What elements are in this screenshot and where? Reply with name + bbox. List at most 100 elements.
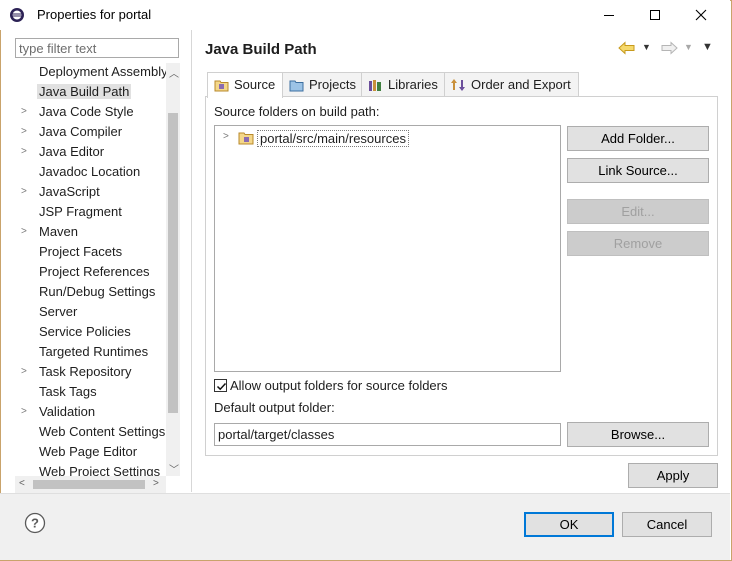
scrollbar-thumb[interactable] [168,113,178,413]
default-output-folder-label: Default output folder: [214,400,335,415]
expand-arrow-icon[interactable]: > [21,106,31,118]
back-arrow-icon[interactable] [618,41,636,58]
tree-item[interactable]: Run/Debug Settings [15,283,166,302]
close-button[interactable] [678,0,724,30]
tree-horizontal-scrollbar[interactable]: < > [15,476,166,493]
tree-item[interactable]: Service Policies [15,323,166,342]
edit-button[interactable]: Edit... [567,199,709,224]
add-folder-button[interactable]: Add Folder... [567,126,709,151]
default-output-folder-input[interactable] [215,424,548,445]
tab-source[interactable]: Source [207,72,283,98]
scroll-down-icon[interactable]: ﹀ [169,461,179,476]
tree-item-label: Targeted Runtimes [39,344,149,359]
maximize-button[interactable] [632,0,678,30]
title-bar[interactable]: Properties for portal [0,0,730,30]
tree-item-label: Validation [39,404,96,419]
tree-item[interactable]: Web Content Settings [15,423,166,442]
tab-order-and-export[interactable]: Order and Export [444,72,579,97]
cancel-button[interactable]: Cancel [622,512,712,537]
expand-arrow-icon[interactable]: > [21,366,31,378]
tree-item-label: Java Build Path [37,84,132,99]
tree-item[interactable]: Deployment Assembly [15,63,166,82]
allow-output-folders-checkbox[interactable] [214,379,227,392]
scroll-up-icon[interactable]: ︿ [169,65,179,80]
tree-item-label: Project Facets [39,244,123,259]
allow-output-folders-label: Allow output folders for source folders [230,378,448,393]
tree-item[interactable]: Web Page Editor [15,443,166,462]
view-menu-icon[interactable]: ▼ [702,41,713,53]
source-folder-icon [214,78,229,92]
forward-arrow-icon [660,41,678,58]
tree-item[interactable]: Javadoc Location [15,163,166,182]
tree-item[interactable]: JSP Fragment [15,203,166,222]
scrollbar-thumb[interactable] [33,480,145,489]
tree-vertical-scrollbar[interactable]: ︿ ﹀ [166,63,180,476]
scroll-right-icon[interactable]: > [153,478,159,489]
expand-arrow-icon[interactable]: > [21,146,31,158]
link-source-button[interactable]: Link Source... [567,158,709,183]
tree-item[interactable]: Targeted Runtimes [15,343,166,362]
tree-item-label: Java Compiler [39,124,123,139]
tree-item-label: Javadoc Location [39,164,141,179]
tree-item[interactable]: Server [15,303,166,322]
expand-arrow-icon[interactable]: > [21,226,31,238]
page-title: Java Build Path [205,41,317,58]
expand-arrow-icon[interactable]: > [21,406,31,418]
expand-arrow-icon[interactable]: > [21,126,31,138]
tree-item-label: Web Content Settings [39,424,166,439]
maximize-icon [650,10,660,20]
tree-item[interactable]: Task Tags [15,383,166,402]
filter-input[interactable] [16,39,177,57]
tree-item-label: Deployment Assembly [39,64,166,79]
filter-field[interactable] [15,38,179,58]
order-export-icon [451,78,466,92]
minimize-button[interactable] [586,0,632,30]
tree-item-label: Java Code Style [39,104,134,119]
tree-item[interactable]: > Java Compiler [15,123,166,142]
expand-arrow-icon[interactable]: > [223,131,229,142]
tree-item-label: Task Repository [39,364,132,379]
tree-item[interactable]: Web Project Settings [15,463,166,476]
svg-text:?: ? [31,516,39,531]
default-output-folder-field[interactable] [214,423,561,446]
source-folders-label: Source folders on build path: [214,104,380,119]
tree-item-label: Run/Debug Settings [39,284,156,299]
tree-item[interactable]: Java Build Path [15,83,166,102]
dialog-footer [0,493,730,560]
tree-item-label: Server [39,304,78,319]
tree-item-label: Task Tags [39,384,97,399]
expand-arrow-icon[interactable]: > [21,186,31,198]
list-item[interactable]: > portal/src/main/resources [221,129,421,147]
ok-button[interactable]: OK [524,512,614,537]
tree-item[interactable]: Project References [15,263,166,282]
libraries-icon [368,78,383,92]
tab-libraries[interactable]: Libraries [361,72,445,97]
help-icon[interactable]: ? [24,512,46,534]
tree-item[interactable]: Project Facets [15,243,166,262]
property-page-tree[interactable]: Deployment Assembly Java Build Path > Java … [15,63,166,476]
close-icon [695,9,707,21]
tree-item[interactable]: > Java Code Style [15,103,166,122]
tree-item-label: Web Page Editor [39,444,138,459]
pane-divider[interactable] [191,30,192,492]
tree-item[interactable]: > Task Repository [15,363,166,382]
tree-item[interactable]: > Java Editor [15,143,166,162]
tab-projects[interactable]: Projects [282,72,362,97]
forward-dropdown-icon: ▼ [684,42,693,52]
apply-button[interactable]: Apply [628,463,718,488]
source-folders-list[interactable]: > portal/src/main/resources [214,125,561,372]
source-folder-label: portal/src/main/resources [257,130,409,147]
tab-label: Order and Export [471,77,571,92]
remove-button[interactable]: Remove [567,231,709,256]
tree-item-label: Java Editor [39,144,105,159]
minimize-icon [604,15,614,16]
tree-item[interactable]: > JavaScript [15,183,166,202]
tree-item[interactable]: > Validation [15,403,166,422]
tree-item[interactable]: > Maven [15,223,166,242]
tree-item-label: JavaScript [39,184,100,199]
scroll-left-icon[interactable]: < [19,478,25,489]
tab-label: Projects [309,77,356,92]
projects-folder-icon [289,78,304,92]
back-dropdown-icon[interactable]: ▼ [642,42,651,52]
browse-button[interactable]: Browse... [567,422,709,447]
